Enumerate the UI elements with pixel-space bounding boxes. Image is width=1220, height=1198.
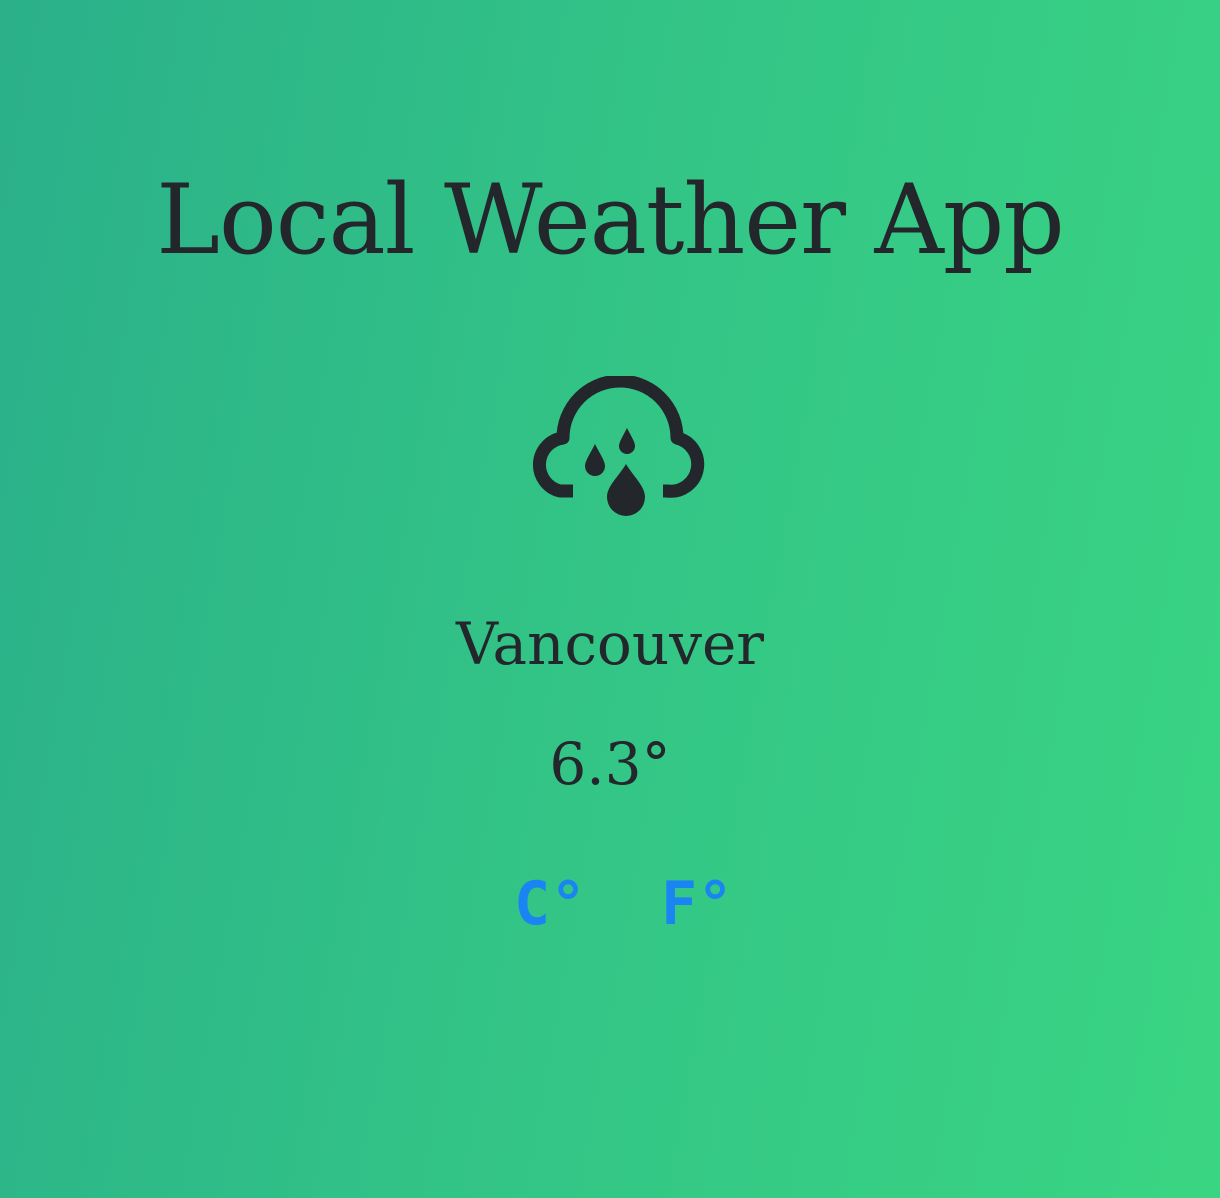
unit-toggle: C° F°: [0, 868, 1220, 944]
celsius-button[interactable]: C°: [514, 868, 586, 940]
city-name: Vancouver: [455, 610, 765, 678]
fahrenheit-button[interactable]: F°: [661, 868, 733, 940]
weather-app: Local Weather App Vancouver 6.3° C° F°: [0, 0, 1220, 1198]
temperature-value: 6.3°: [549, 730, 671, 798]
rain-cloud-icon: [530, 374, 710, 520]
page-title: Local Weather App: [156, 164, 1065, 276]
